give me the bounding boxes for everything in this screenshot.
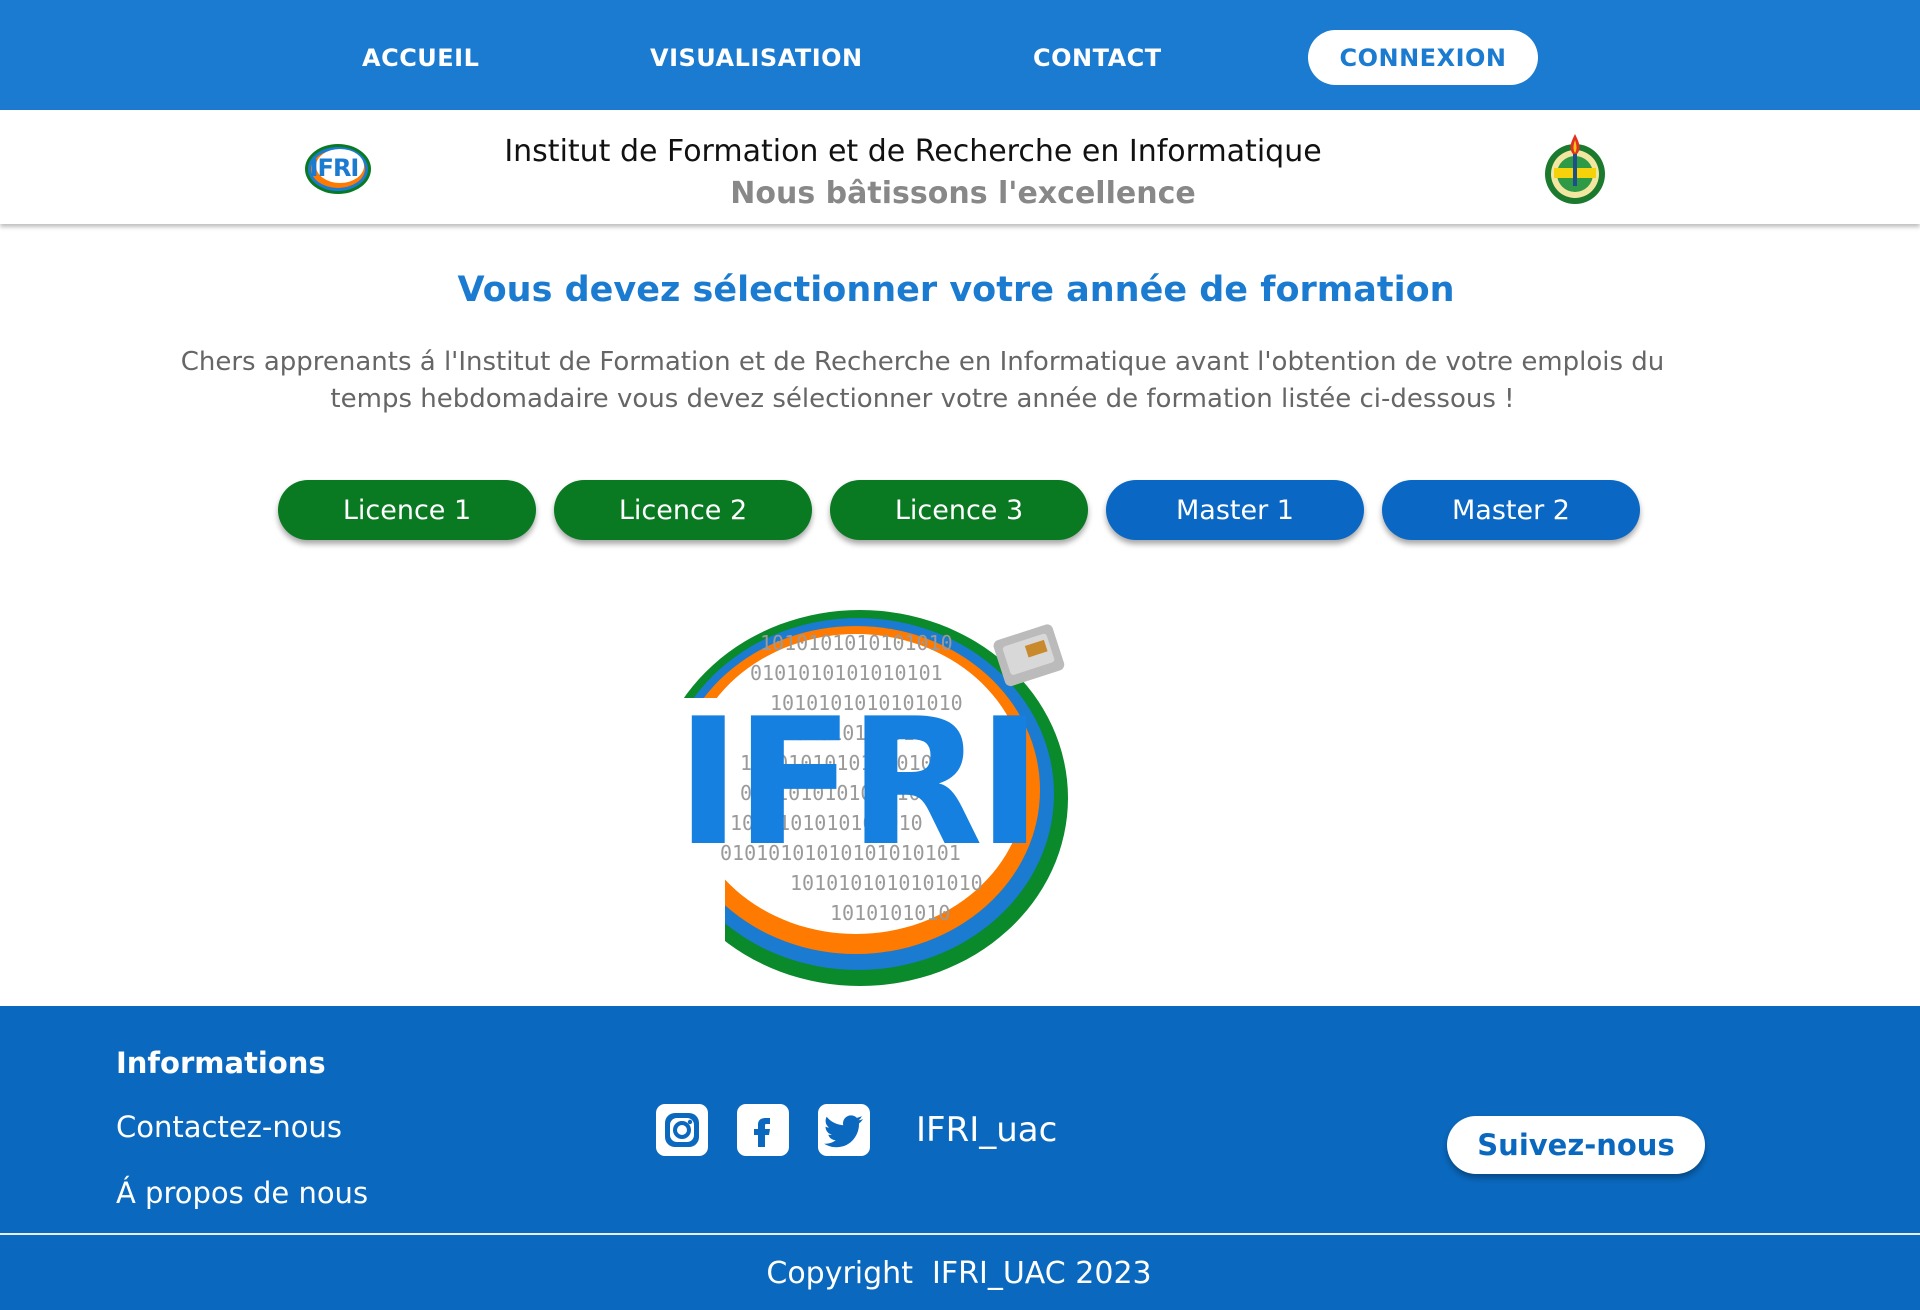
- twitter-icon[interactable]: [818, 1104, 870, 1156]
- nav-contact-link[interactable]: CONTACT: [1033, 44, 1162, 72]
- instagram-icon[interactable]: [656, 1104, 708, 1156]
- login-button[interactable]: CONNEXION: [1308, 30, 1538, 85]
- footer-about-link[interactable]: Á propos de nous: [116, 1176, 368, 1210]
- footer-heading: Informations: [116, 1046, 326, 1080]
- ifri-logo-large: 1010101010101010 0101010101010101 101010…: [620, 610, 1068, 990]
- institute-motto: Nous bâtissons l'excellence: [730, 176, 1196, 211]
- follow-us-button[interactable]: Suivez-nous: [1447, 1116, 1705, 1174]
- facebook-icon[interactable]: [737, 1104, 789, 1156]
- svg-text:1010101010101010: 1010101010101010: [760, 631, 953, 655]
- svg-text:IFRI: IFRI: [676, 682, 1037, 885]
- nav-visualisation-link[interactable]: VISUALISATION: [650, 44, 863, 72]
- master-2-button[interactable]: Master 2: [1382, 480, 1640, 540]
- nav-home-link[interactable]: ACCUEIL: [362, 44, 479, 72]
- institute-name: Institut de Formation et de Recherche en…: [504, 134, 1322, 169]
- licence-2-button[interactable]: Licence 2: [554, 480, 812, 540]
- page-title: Vous devez sélectionner votre année de f…: [457, 270, 1455, 310]
- top-navbar: ACCUEIL VISUALISATION CONTACT CONNEXION: [0, 0, 1920, 110]
- licence-1-button[interactable]: Licence 1: [278, 480, 536, 540]
- footer-divider: [0, 1233, 1920, 1235]
- copyright-text: Copyright IFRI_UAC 2023: [766, 1256, 1152, 1291]
- social-handle: IFRI_uac: [916, 1110, 1058, 1150]
- svg-text:1010101010: 1010101010: [830, 901, 950, 925]
- institute-header: IFRI Institut de Formation et de Recherc…: [0, 110, 1920, 224]
- university-seal-icon: [1545, 134, 1605, 204]
- footer: Informations Contactez-nous Á propos de …: [0, 1006, 1920, 1310]
- footer-contact-link[interactable]: Contactez-nous: [116, 1110, 342, 1144]
- master-1-button[interactable]: Master 1: [1106, 480, 1364, 540]
- licence-3-button[interactable]: Licence 3: [830, 480, 1088, 540]
- intro-text: Chers apprenants á l'Institut de Formati…: [180, 347, 1665, 414]
